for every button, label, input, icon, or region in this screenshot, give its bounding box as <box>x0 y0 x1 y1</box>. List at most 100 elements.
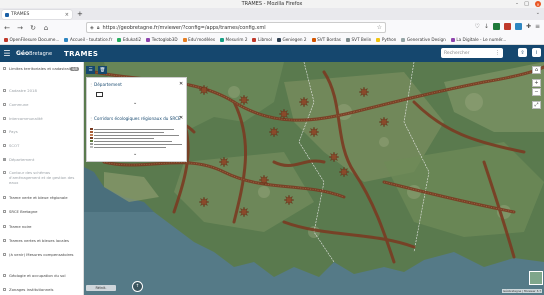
theme-item[interactable]: Trame verte et bleue régionale <box>0 195 83 200</box>
forward-icon[interactable]: → <box>16 24 24 32</box>
reload-icon[interactable]: ↻ <box>29 24 37 32</box>
layer-item[interactable]: SCOT <box>0 143 83 148</box>
bookmark-item[interactable]: Edukati2 <box>117 37 141 42</box>
back-icon[interactable]: ← <box>3 24 11 32</box>
chevron-down-icon[interactable]: ⌄ <box>133 151 137 157</box>
search-options-icon[interactable]: ⋮ <box>495 50 500 56</box>
zoom-out-icon[interactable]: − <box>532 88 541 96</box>
toolbar-extensions: ♡ ↓ ✚ ≡ <box>475 23 540 30</box>
overview-map[interactable] <box>529 271 543 285</box>
browser-tab[interactable]: TRAMES × <box>2 10 72 19</box>
bookmark-item[interactable]: SVT Belin <box>345 37 371 42</box>
bookmark-item[interactable]: Edu'modèles <box>182 37 215 42</box>
reservoir-marker[interactable] <box>218 156 230 168</box>
legend-swatch <box>90 131 93 133</box>
drag-handle-icon[interactable]: ⋮ <box>89 82 93 87</box>
extension-icon[interactable] <box>503 23 511 30</box>
tab-list-icon[interactable]: ⌄ <box>536 10 540 16</box>
theme-item[interactable]: Zonages institutionnels <box>0 287 83 292</box>
layer-item[interactable]: Cadastre 2018 <box>0 88 83 93</box>
fullscreen-icon[interactable]: ⤢ <box>532 101 541 109</box>
zoom-in-icon[interactable]: + <box>532 79 541 87</box>
bookmark-item[interactable]: Mesurim 2 <box>220 37 247 42</box>
bookmark-item[interactable]: Tectoglob3D <box>146 37 178 42</box>
reservoir-marker[interactable] <box>198 196 210 208</box>
home-extent-icon[interactable]: ⌂ <box>532 66 541 74</box>
download-icon[interactable]: ↓ <box>484 23 489 30</box>
reservoir-marker[interactable] <box>198 84 210 96</box>
close-tab-icon[interactable]: × <box>65 12 69 18</box>
reservoir-marker[interactable] <box>358 86 370 98</box>
compass-icon[interactable]: ↑ <box>132 281 143 292</box>
bookmark-item[interactable]: Geniegen 2 <box>276 37 307 42</box>
list-icon[interactable]: ☰ <box>86 66 95 74</box>
theme-item[interactable]: SRCE Bretagne <box>0 209 83 214</box>
pocket-icon[interactable]: ♡ <box>475 23 480 30</box>
theme-item[interactable]: Trames vertes et bleues locales <box>0 238 83 243</box>
maximize-icon[interactable]: □ <box>524 1 529 7</box>
reservoir-marker[interactable] <box>238 94 250 106</box>
layer-item[interactable]: Commune <box>0 102 83 107</box>
new-tab-icon[interactable]: + <box>77 10 83 18</box>
reservoir-marker[interactable] <box>268 126 280 138</box>
layer-sidebar: Limites territoriales et cadastrales 4/8… <box>0 62 84 295</box>
extension-icon[interactable] <box>492 23 500 30</box>
window-title: TRAMES - Mozilla Firefox <box>241 1 303 7</box>
remove-layer-icon[interactable]: ✕ <box>179 115 183 121</box>
theme-item[interactable]: Trame noire <box>0 224 83 229</box>
remove-layer-icon[interactable]: ✕ <box>179 81 183 87</box>
extension-icon[interactable] <box>514 23 522 30</box>
reservoir-marker[interactable] <box>338 166 350 178</box>
bookmark-item[interactable]: La Digitale - Le numér... <box>450 37 506 42</box>
theme-item[interactable]: (à venir) Mesures compensatoires <box>0 252 76 257</box>
menu-icon[interactable]: ≡ <box>535 23 540 30</box>
legend-swatch <box>90 143 93 145</box>
search-input[interactable]: Rechercher ⋮ <box>441 48 503 58</box>
layer-item[interactable]: Pays <box>0 129 83 134</box>
lock-icon: 🔒︎ <box>96 24 100 31</box>
reservoir-marker[interactable] <box>283 194 295 206</box>
reservoir-marker[interactable] <box>238 206 250 218</box>
bookmark-label: Generative Design <box>406 37 446 42</box>
bookmark-item[interactable]: SVT Bordas <box>311 37 341 42</box>
layer-item[interactable]: Contour des schémas d'aménagement et de … <box>0 170 76 185</box>
puzzle-icon[interactable]: ✚ <box>526 23 531 30</box>
url-bar[interactable]: ◈ 🔒︎ https://geobretagne.fr/mviewer/?con… <box>86 22 386 33</box>
reservoir-marker[interactable] <box>278 108 290 120</box>
reservoir-marker[interactable] <box>378 116 390 128</box>
reservoir-marker[interactable] <box>298 96 310 108</box>
legend-line <box>94 128 174 130</box>
reservoir-marker[interactable] <box>328 151 340 163</box>
share-icon[interactable]: ⇪ <box>518 48 527 57</box>
bookmark-item[interactable]: OpenFilesure Docume... <box>4 37 59 42</box>
bookmark-item[interactable]: Generative Design <box>401 37 446 42</box>
bookmark-item[interactable]: Accueil - toutatice.fr <box>64 37 112 42</box>
bookmark-label: Libmol <box>257 37 272 42</box>
legend-line <box>94 131 164 133</box>
bookmark-favicon-icon <box>146 37 151 42</box>
brand-logo[interactable]: GéoBretagne <box>16 50 52 57</box>
bookmark-item[interactable]: Libmol <box>252 37 272 42</box>
reservoir-marker[interactable] <box>258 174 270 186</box>
reservoir-marker[interactable] <box>308 126 320 138</box>
legend-line <box>94 146 166 148</box>
legend-swatch <box>90 134 93 136</box>
layer-item[interactable]: Département <box>0 157 83 162</box>
bookmark-star-icon[interactable]: ☆ <box>377 24 382 31</box>
minimize-icon[interactable]: – <box>516 1 519 7</box>
bookmark-item[interactable]: Python <box>376 37 396 42</box>
reset-button[interactable]: Réinit. <box>86 285 116 291</box>
hamburger-menu-icon[interactable]: ☰ <box>0 49 14 58</box>
chevron-down-icon[interactable]: ⌄ <box>133 100 137 106</box>
layer-item[interactable]: Intercommunalité <box>0 116 83 121</box>
theme-item[interactable]: Géologie et occupation du sol <box>0 273 83 278</box>
home-icon[interactable]: ⌂ <box>42 24 50 32</box>
drag-handle-icon[interactable]: ⋮ <box>89 116 93 121</box>
bookmark-label: Mesurim 2 <box>225 37 248 42</box>
close-window-icon[interactable]: × <box>535 1 541 7</box>
bookmark-label: OpenFilesure Docume... <box>9 37 60 42</box>
trash-icon[interactable]: 🗑︎ <box>98 66 107 74</box>
bookmark-label: Accueil - toutatice.fr <box>69 37 113 42</box>
tab-favicon-icon <box>5 12 9 17</box>
info-icon[interactable]: i <box>532 48 541 57</box>
